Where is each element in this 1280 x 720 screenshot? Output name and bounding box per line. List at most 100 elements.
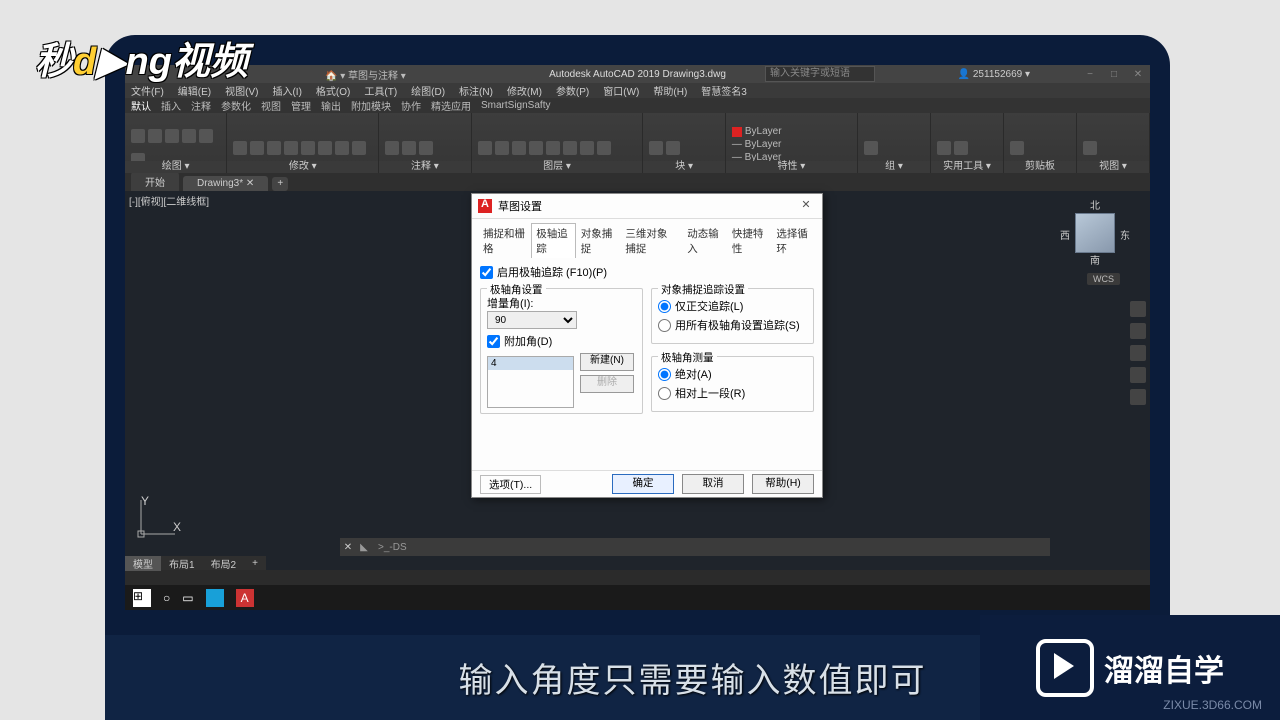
panel-draw[interactable]: 绘图 ▾: [125, 161, 226, 173]
menu-modify[interactable]: 修改(M): [507, 83, 542, 98]
menu-tools[interactable]: 工具(T): [364, 83, 397, 98]
menu-bar: 文件(F) 编辑(E) 视图(V) 插入(I) 格式(O) 工具(T) 绘图(D…: [125, 83, 1150, 98]
minimize-button[interactable]: −: [1078, 65, 1102, 83]
cmdline-expand-icon[interactable]: ◣: [356, 542, 372, 553]
tab-start[interactable]: 开始: [131, 172, 179, 191]
increment-angle-select[interactable]: 90: [487, 311, 577, 329]
tab-osnap[interactable]: 对象捕捉: [576, 223, 621, 258]
layout-add[interactable]: +: [244, 558, 266, 569]
menu-view[interactable]: 视图(V): [225, 83, 258, 98]
enable-polar-label: 启用极轴追踪 (F10)(P): [497, 264, 607, 280]
help-button[interactable]: 帮助(H): [752, 474, 814, 494]
nav-wheel-icon[interactable]: [1130, 301, 1146, 317]
search-box[interactable]: 输入关键字或短语: [765, 66, 875, 82]
relative-radio[interactable]: [658, 387, 671, 400]
tab-drawing3[interactable]: Drawing3* ✕: [183, 176, 268, 191]
menu-smartsign[interactable]: 智慧签名3: [701, 83, 747, 98]
menu-draw[interactable]: 绘图(D): [411, 83, 445, 98]
ok-button[interactable]: 确定: [612, 474, 674, 494]
ribtab-insert[interactable]: 插入: [161, 98, 181, 113]
ribtab-smartsign[interactable]: SmartSignSafty: [481, 100, 550, 111]
signin-user[interactable]: 👤 251152669 ▾: [958, 69, 1030, 80]
panel-groups[interactable]: 组 ▾: [858, 161, 930, 173]
nav-bar[interactable]: [1130, 301, 1146, 405]
ribtab-collab[interactable]: 协作: [401, 98, 421, 113]
cancel-button[interactable]: 取消: [682, 474, 744, 494]
panel-view[interactable]: 视图 ▾: [1077, 161, 1149, 173]
menu-dimension[interactable]: 标注(N): [459, 83, 493, 98]
polar-angle-group-title: 极轴角设置: [487, 282, 546, 297]
panel-clipboard[interactable]: 剪贴板: [1004, 161, 1076, 173]
tab-3d-osnap[interactable]: 三维对象捕捉: [620, 223, 682, 258]
menu-param[interactable]: 参数(P): [556, 83, 589, 98]
ortho-only-radio[interactable]: [658, 300, 671, 313]
tab-dynamic-input[interactable]: 动态输入: [682, 223, 727, 258]
dialog-close-button[interactable]: ✕: [796, 196, 816, 216]
menu-file[interactable]: 文件(F): [131, 83, 164, 98]
cortana-icon[interactable]: ○: [163, 591, 170, 605]
start-menu-icon[interactable]: ⊞: [133, 589, 151, 607]
wcs-tag[interactable]: WCS: [1087, 273, 1120, 285]
layout-model[interactable]: 模型: [125, 556, 161, 571]
panel-block[interactable]: 块 ▾: [643, 161, 724, 173]
subtitle-text: 输入角度只需要输入数值即可: [459, 653, 927, 702]
ribtab-manage[interactable]: 管理: [291, 98, 311, 113]
taskbar-app-1[interactable]: [206, 589, 224, 607]
panel-annotate[interactable]: 注释 ▾: [379, 161, 470, 173]
ribtab-addins[interactable]: 附加模块: [351, 98, 391, 113]
close-button[interactable]: ✕: [1126, 65, 1150, 83]
task-view-icon[interactable]: ▭: [182, 591, 193, 605]
menu-edit[interactable]: 编辑(E): [178, 83, 211, 98]
taskbar-autocad-icon[interactable]: A: [236, 589, 254, 607]
menu-insert[interactable]: 插入(I): [272, 83, 301, 98]
new-angle-button[interactable]: 新建(N): [580, 353, 634, 371]
play-icon: [1036, 639, 1094, 697]
menu-window[interactable]: 窗口(W): [603, 83, 639, 98]
relative-label: 相对上一段(R): [675, 385, 745, 401]
watermark-logo: 秒d▶ng视频: [35, 30, 248, 85]
tab-selection-cycling[interactable]: 选择循环: [771, 223, 816, 258]
viewport-label[interactable]: [-][俯视][二维线框]: [129, 193, 209, 208]
panel-layers[interactable]: 图层 ▾: [472, 161, 643, 173]
ribtab-annotate[interactable]: 注释: [191, 98, 211, 113]
all-polar-radio[interactable]: [658, 319, 671, 332]
maximize-button[interactable]: □: [1102, 65, 1126, 83]
cmdline-close-icon[interactable]: ✕: [340, 542, 356, 553]
ortho-only-label: 仅正交追踪(L): [675, 298, 743, 314]
panel-props[interactable]: 特性 ▾: [726, 161, 857, 173]
delete-angle-button[interactable]: 删除: [580, 375, 634, 393]
menu-help[interactable]: 帮助(H): [653, 83, 687, 98]
tab-snap-grid[interactable]: 捕捉和栅格: [478, 223, 531, 258]
tab-polar-tracking[interactable]: 极轴追踪: [531, 223, 576, 258]
orbit-icon[interactable]: [1130, 367, 1146, 383]
layout-tabs: 模型 布局1 布局2 +: [125, 556, 266, 570]
windows-taskbar: ⊞ ○ ▭ A: [125, 585, 1150, 610]
add-tab-button[interactable]: +: [272, 177, 288, 191]
additional-angles-checkbox[interactable]: [487, 335, 500, 348]
absolute-label: 绝对(A): [675, 366, 712, 382]
enable-polar-checkbox[interactable]: [480, 266, 493, 279]
options-button[interactable]: 选项(T)...: [480, 475, 541, 494]
ribtab-output[interactable]: 输出: [321, 98, 341, 113]
ribtab-view[interactable]: 视图: [261, 98, 281, 113]
ribtab-featured[interactable]: 精选应用: [431, 98, 471, 113]
absolute-radio[interactable]: [658, 368, 671, 381]
tab-quick-props[interactable]: 快捷特性: [727, 223, 772, 258]
ribtab-parametric[interactable]: 参数化: [221, 98, 251, 113]
brand-url: ZIXUE.3D66.COM: [1163, 698, 1262, 712]
menu-format[interactable]: 格式(O): [316, 83, 350, 98]
viewcube[interactable]: 北南东西: [1060, 197, 1130, 267]
command-input[interactable]: >_-DS: [372, 542, 1050, 553]
layout-2[interactable]: 布局2: [203, 556, 245, 571]
ribtab-home[interactable]: 默认: [131, 98, 151, 113]
additional-angles-list[interactable]: 4: [487, 356, 574, 408]
increment-label: 增量角(I):: [487, 295, 636, 311]
panel-util[interactable]: 实用工具 ▾: [931, 161, 1003, 173]
command-line[interactable]: ✕ ◣ >_-DS: [340, 538, 1050, 556]
zoom-icon[interactable]: [1130, 345, 1146, 361]
panel-modify[interactable]: 修改 ▾: [227, 161, 378, 173]
showmotion-icon[interactable]: [1130, 389, 1146, 405]
layout-1[interactable]: 布局1: [161, 556, 203, 571]
angle-list-entry[interactable]: 4: [488, 357, 573, 370]
pan-icon[interactable]: [1130, 323, 1146, 339]
